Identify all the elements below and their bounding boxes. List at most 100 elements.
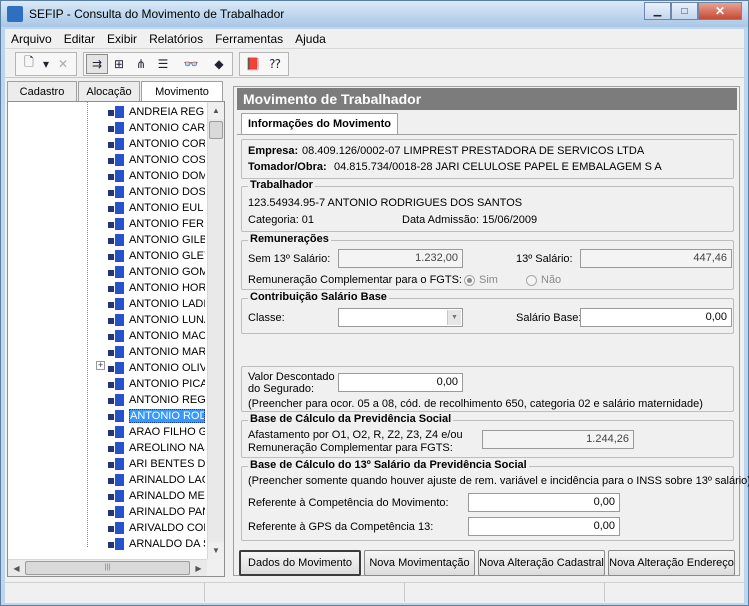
- base-previdencia-field[interactable]: 1.244,26: [482, 430, 634, 449]
- tree-item-label: ARINALDO ME: [129, 490, 205, 502]
- hscroll-thumb[interactable]: |||: [25, 561, 190, 575]
- book-icon[interactable]: 📕: [242, 54, 264, 74]
- cube-icon[interactable]: ◆: [208, 54, 230, 74]
- tree-item[interactable]: ARINALDO PAN: [108, 504, 205, 520]
- tree-item-label: ANTONIO OLIV: [129, 362, 205, 374]
- tree-item[interactable]: ANTONIO CAR: [108, 120, 205, 136]
- tree-item-label: ANTONIO GILB: [129, 234, 205, 246]
- hierarchy-icon[interactable]: ⊞: [108, 54, 130, 74]
- menu-arquivo[interactable]: Arquivo: [5, 32, 58, 46]
- org-chart-icon[interactable]: ⋔: [130, 54, 152, 74]
- tree-item[interactable]: ANTONIO LADI: [108, 296, 205, 312]
- nao-radio[interactable]: [526, 275, 537, 286]
- scroll-right-icon[interactable]: ▶: [190, 560, 207, 576]
- worker-tree[interactable]: ANDREIA REG ANTONIO CAR ANTONIO COR ANTONIO…: [7, 101, 225, 577]
- tree-item-label: ARNALDO DA S: [129, 538, 205, 550]
- tree-item[interactable]: ARINALDO ME: [108, 488, 205, 504]
- dados-movimento-button[interactable]: Dados do Movimento: [239, 550, 361, 576]
- data-admissao: Data Admissão: 15/06/2009: [402, 214, 538, 226]
- ref-competencia-field[interactable]: 0,00: [468, 493, 620, 512]
- tree-item[interactable]: ANTONIO GLEY: [108, 248, 205, 264]
- salario-base-field[interactable]: 0,00: [580, 308, 732, 327]
- tree-item[interactable]: ANTONIO COR: [108, 136, 205, 152]
- worker-icon: [108, 345, 126, 359]
- tree-item[interactable]: ANTONIO LUNA: [108, 312, 205, 328]
- tree-item[interactable]: ARAO FILHO G: [108, 424, 205, 440]
- scroll-up-icon[interactable]: ▲: [208, 102, 224, 119]
- tree-item[interactable]: ANTONIO COS: [108, 152, 205, 168]
- tree-horizontal-scrollbar[interactable]: ◀ ||| ▶: [8, 559, 207, 576]
- valor-descontado-field[interactable]: 0,00: [338, 373, 463, 392]
- tab-cadastro[interactable]: Cadastro: [7, 81, 77, 101]
- tree-item[interactable]: ANTONIO GILB: [108, 232, 205, 248]
- tab-alocacao[interactable]: Alocação: [78, 81, 140, 101]
- base-previdencia-label-2: Remuneração Complementar para FGTS:: [248, 442, 453, 454]
- worker-icon: [108, 329, 126, 343]
- new-document-icon[interactable]: 🗋: [18, 54, 40, 74]
- worker-icon: [108, 249, 126, 263]
- sem13-field[interactable]: 1.232,00: [338, 249, 463, 268]
- scroll-down-icon[interactable]: ▼: [208, 542, 224, 559]
- worker-icon: [108, 105, 126, 119]
- tree-item[interactable]: ANTONIO HOR: [108, 280, 205, 296]
- help-pointer-icon[interactable]: ⁇: [264, 54, 286, 74]
- scroll-thumb[interactable]: [209, 121, 223, 139]
- tree-item-label: ANTONIO LADI: [129, 298, 205, 310]
- scroll-left-icon[interactable]: ◀: [8, 560, 25, 576]
- title-bar[interactable]: SEFIP - Consulta do Movimento de Trabalh…: [1, 1, 748, 27]
- menu-ajuda[interactable]: Ajuda: [289, 32, 332, 46]
- worker-icon: [108, 265, 126, 279]
- menu-exibir[interactable]: Exibir: [101, 32, 143, 46]
- tree-item[interactable]: ANTONIO DOM: [108, 168, 205, 184]
- tree-vertical-scrollbar[interactable]: ▲ ▼: [207, 102, 224, 559]
- tree-item[interactable]: ARNALDO DA S: [108, 536, 205, 552]
- tab-movimento[interactable]: Movimento: [141, 81, 223, 101]
- menu-editar[interactable]: Editar: [58, 32, 101, 46]
- tree-item[interactable]: ANTONIO MAR: [108, 344, 205, 360]
- tree-item[interactable]: ANTONIO FERI: [108, 216, 205, 232]
- sal13-field[interactable]: 447,46: [580, 249, 732, 268]
- empresa-box: Empresa: 08.409.126/0002-07 LIMPREST PRE…: [241, 139, 734, 179]
- tree-item[interactable]: ANTONIO PICA: [108, 376, 205, 392]
- chevron-down-icon: ▼: [447, 310, 461, 325]
- tree-item-label: ARAO FILHO G: [129, 426, 205, 438]
- tree-item[interactable]: AREOLINO NAS: [108, 440, 205, 456]
- tree-item[interactable]: ANTONIO ROD: [108, 408, 205, 424]
- expand-icon[interactable]: +: [96, 361, 105, 370]
- delete-icon[interactable]: ✕: [52, 54, 74, 74]
- tree-item[interactable]: ARIVALDO COR: [108, 520, 205, 536]
- binoculars-icon[interactable]: 👓: [180, 54, 202, 74]
- contribuicao-title: Contribuição Salário Base: [248, 291, 389, 303]
- worker-icon: [108, 185, 126, 199]
- classe-select[interactable]: ▼: [338, 308, 463, 327]
- tree-item[interactable]: ANDREIA REG: [108, 104, 205, 120]
- tree-item[interactable]: ANTONIO EUL: [108, 200, 205, 216]
- dropdown-arrow-icon[interactable]: ▾: [40, 54, 52, 74]
- tab-informacoes-movimento[interactable]: Informações do Movimento: [241, 113, 399, 135]
- worker-icon: [108, 169, 126, 183]
- list-view-icon[interactable]: ☰: [152, 54, 174, 74]
- trabalhador-box: Trabalhador 123.54934.95-7 ANTONIO RODRI…: [241, 179, 734, 232]
- nova-alteracao-endereco-button[interactable]: Nova Alteração Endereço: [608, 550, 735, 576]
- tree-item[interactable]: ANTONIO GOM: [108, 264, 205, 280]
- worker-icon: [108, 521, 126, 535]
- sem13-label: Sem 13º Salário:: [248, 253, 331, 265]
- tree-item[interactable]: ANTONIO OLIV: [108, 360, 205, 376]
- tree-item[interactable]: ANTONIO MAC: [108, 328, 205, 344]
- minimize-button[interactable]: ▁: [644, 2, 671, 20]
- tomador-value: 04.815.734/0018-28 JARI CELULOSE PAPEL E…: [334, 161, 662, 173]
- nova-movimentacao-button[interactable]: Nova Movimentação: [364, 550, 475, 576]
- worker-icon: [108, 297, 126, 311]
- tree-item[interactable]: ARINALDO LAC: [108, 472, 205, 488]
- tree-item[interactable]: ANTONIO DOS: [108, 184, 205, 200]
- sim-radio[interactable]: [464, 275, 475, 286]
- ref-gps-field[interactable]: 0,00: [468, 517, 620, 536]
- tree-item[interactable]: ANTONIO REG: [108, 392, 205, 408]
- tree-item[interactable]: ARI BENTES D: [108, 456, 205, 472]
- close-button[interactable]: ✕: [698, 2, 742, 20]
- tree-view-icon[interactable]: ⇉: [86, 53, 108, 74]
- menu-ferramentas[interactable]: Ferramentas: [209, 32, 289, 46]
- maximize-button[interactable]: □: [671, 2, 698, 20]
- menu-relatorios[interactable]: Relatórios: [143, 32, 209, 46]
- nova-alteracao-cadastral-button[interactable]: Nova Alteração Cadastral: [478, 550, 605, 576]
